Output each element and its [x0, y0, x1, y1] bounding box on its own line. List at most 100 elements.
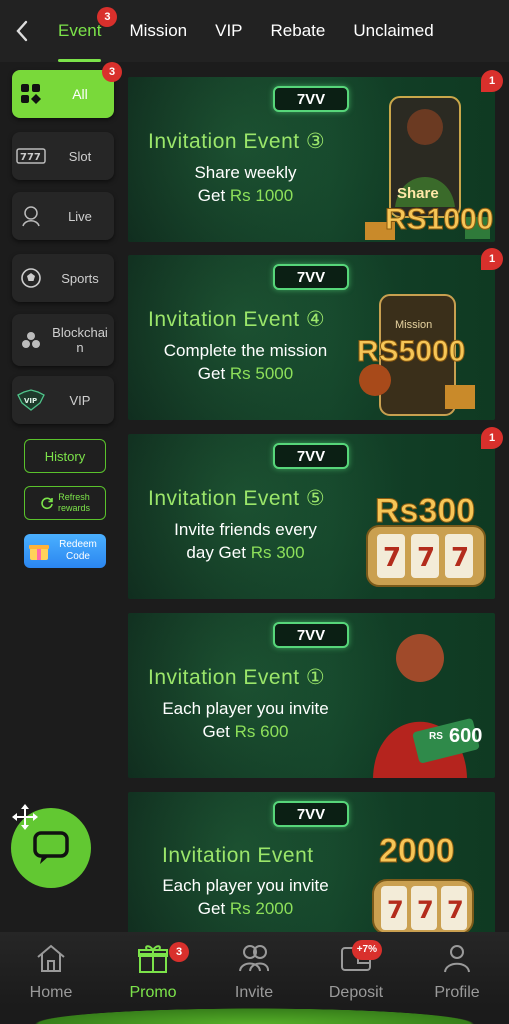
- nav-promo[interactable]: Promo 3: [113, 940, 193, 1002]
- banner-line1: Each player you invite: [162, 876, 329, 895]
- banner-line2-prefix: day Get: [186, 543, 251, 562]
- banner-art-mission: Mission RS5000: [345, 255, 495, 420]
- grass-decoration: [0, 1006, 509, 1024]
- nav-profile-label: Profile: [434, 984, 480, 1001]
- banner-amount: Rs 1000: [229, 186, 294, 205]
- category-all-label: All: [72, 85, 88, 102]
- chevron-left-icon: [16, 20, 28, 42]
- brand-logo: 7VV: [273, 264, 349, 290]
- category-vip-label: VIP: [69, 392, 91, 408]
- brand-logo: 7VV: [273, 801, 349, 827]
- tab-event-badge: 3: [97, 7, 118, 27]
- banner-invitation-event[interactable]: 7VV Invitation Event Each player you inv…: [128, 792, 495, 934]
- banner-art-slot: 7 7 7 Rs300: [345, 434, 495, 599]
- move-arrows-icon: [12, 804, 38, 830]
- grid-icon: [12, 70, 50, 118]
- banner-line2: Get Rs 600: [138, 722, 353, 742]
- banner-notification-badge: 1: [481, 70, 503, 92]
- category-live-label: Live: [68, 208, 92, 224]
- promo-page: Event 3 Mission VIP Rebate Unclaimed All…: [0, 0, 509, 1024]
- tab-event-label: Event: [58, 21, 102, 40]
- svg-text:7: 7: [447, 896, 464, 924]
- tab-rebate[interactable]: Rebate: [257, 0, 340, 62]
- top-bar: Event 3 Mission VIP Rebate Unclaimed: [0, 0, 509, 62]
- gift-icon: [137, 940, 169, 976]
- tab-rebate-label: Rebate: [270, 21, 326, 40]
- tab-vip-label: VIP: [215, 21, 243, 40]
- tab-vip[interactable]: VIP: [201, 0, 256, 62]
- banner-amount: Rs 2000: [229, 899, 294, 918]
- banner-amount: Rs 600: [234, 722, 289, 741]
- banner-art-sub: Mission: [395, 319, 433, 331]
- nav-promo-badge: 3: [169, 942, 189, 962]
- refresh-rewards-button[interactable]: Refresh rewards: [24, 486, 106, 520]
- brand-logo: 7VV: [273, 622, 349, 648]
- tab-unclaimed[interactable]: Unclaimed: [339, 0, 447, 62]
- banner-amount: Rs 5000: [229, 364, 294, 383]
- category-blockchain[interactable]: Blockchai n: [12, 314, 114, 366]
- banner-line1: Share weekly: [194, 163, 297, 182]
- banner-line2: day Get Rs 300: [138, 543, 353, 563]
- nav-profile[interactable]: Profile: [417, 940, 497, 1002]
- banner-invitation-5[interactable]: 7VV Invitation Event ⑤ Invite friends ev…: [128, 434, 495, 599]
- banner-line1: Each player you invite: [162, 699, 329, 718]
- category-sports[interactable]: Sports: [12, 254, 114, 302]
- category-live[interactable]: Live: [12, 192, 114, 240]
- history-button[interactable]: History: [24, 439, 106, 473]
- banner-title: Invitation Event ④: [148, 308, 326, 331]
- redeem-code-button[interactable]: Redeem Code: [24, 534, 106, 568]
- banner-line1: Complete the mission: [163, 341, 328, 360]
- category-slot-label: Slot: [68, 148, 92, 164]
- svg-text:7: 7: [387, 896, 404, 924]
- tab-event[interactable]: Event 3: [44, 0, 118, 62]
- banner-title: Invitation Event ①: [148, 666, 326, 689]
- blockchain-icon: [12, 316, 50, 364]
- category-slot[interactable]: 777 Slot: [12, 132, 114, 180]
- svg-text:7: 7: [417, 896, 434, 924]
- banner-line2-prefix: Get: [197, 186, 230, 205]
- refresh-rewards-label: Refresh rewards: [57, 492, 90, 513]
- category-all[interactable]: All 3: [12, 62, 122, 118]
- tab-mission-label: Mission: [129, 21, 188, 40]
- nav-home-label: Home: [29, 984, 73, 1001]
- nav-deposit-label: Deposit: [328, 984, 384, 1001]
- nav-deposit-badge: +7%: [351, 940, 382, 960]
- banner-line2: Get Rs 2000: [138, 899, 353, 919]
- banner-invitation-3[interactable]: 7VV Invitation Event ③ Share weekly Get …: [128, 77, 495, 242]
- category-blockchain-label: Blockchai n: [52, 325, 108, 355]
- category-sports-label: Sports: [61, 270, 99, 286]
- category-all-badge: 3: [102, 62, 122, 82]
- history-label: History: [44, 448, 86, 464]
- svg-text:7: 7: [417, 543, 435, 573]
- category-vip[interactable]: VIP VIP: [12, 376, 114, 424]
- banner-line2: Get Rs 1000: [138, 186, 353, 206]
- banner-art-amount: RS1000: [384, 203, 494, 237]
- redeem-code-label: Redeem Code: [59, 539, 97, 562]
- tab-mission[interactable]: Mission: [115, 0, 201, 62]
- brand-logo: 7VV: [273, 86, 349, 112]
- banner-notification-badge: 1: [481, 427, 503, 449]
- nav-deposit[interactable]: Deposit +7%: [316, 940, 396, 1002]
- slot-icon: 777: [12, 132, 50, 180]
- banner-art-amount: 2000: [379, 832, 456, 871]
- soccer-ball-icon: [12, 254, 50, 302]
- nav-home[interactable]: Home: [11, 940, 91, 1002]
- profile-icon: [442, 940, 472, 976]
- svg-text:7: 7: [383, 543, 401, 573]
- banner-title: Invitation Event ③: [148, 130, 326, 153]
- banner-art-amount: 600: [449, 725, 483, 747]
- vip-crest-icon: VIP: [12, 376, 50, 424]
- banner-invitation-4[interactable]: 7VV Invitation Event ④ Complete the miss…: [128, 255, 495, 420]
- banner-line2-prefix: Get: [197, 899, 230, 918]
- nav-invite-label: Invite: [234, 984, 274, 1001]
- drag-handle[interactable]: [8, 800, 42, 834]
- invite-users-icon: [237, 940, 271, 976]
- banner-art-amount: RS5000: [356, 335, 466, 369]
- banner-title: Invitation Event: [162, 844, 314, 867]
- banner-line2: Get Rs 5000: [138, 364, 353, 384]
- back-button[interactable]: [0, 0, 44, 62]
- brand-logo: 7VV: [273, 443, 349, 469]
- refresh-icon: [41, 497, 53, 510]
- banner-invitation-1[interactable]: 7VV Invitation Event ① Each player you i…: [128, 613, 495, 778]
- nav-invite[interactable]: Invite: [214, 940, 294, 1002]
